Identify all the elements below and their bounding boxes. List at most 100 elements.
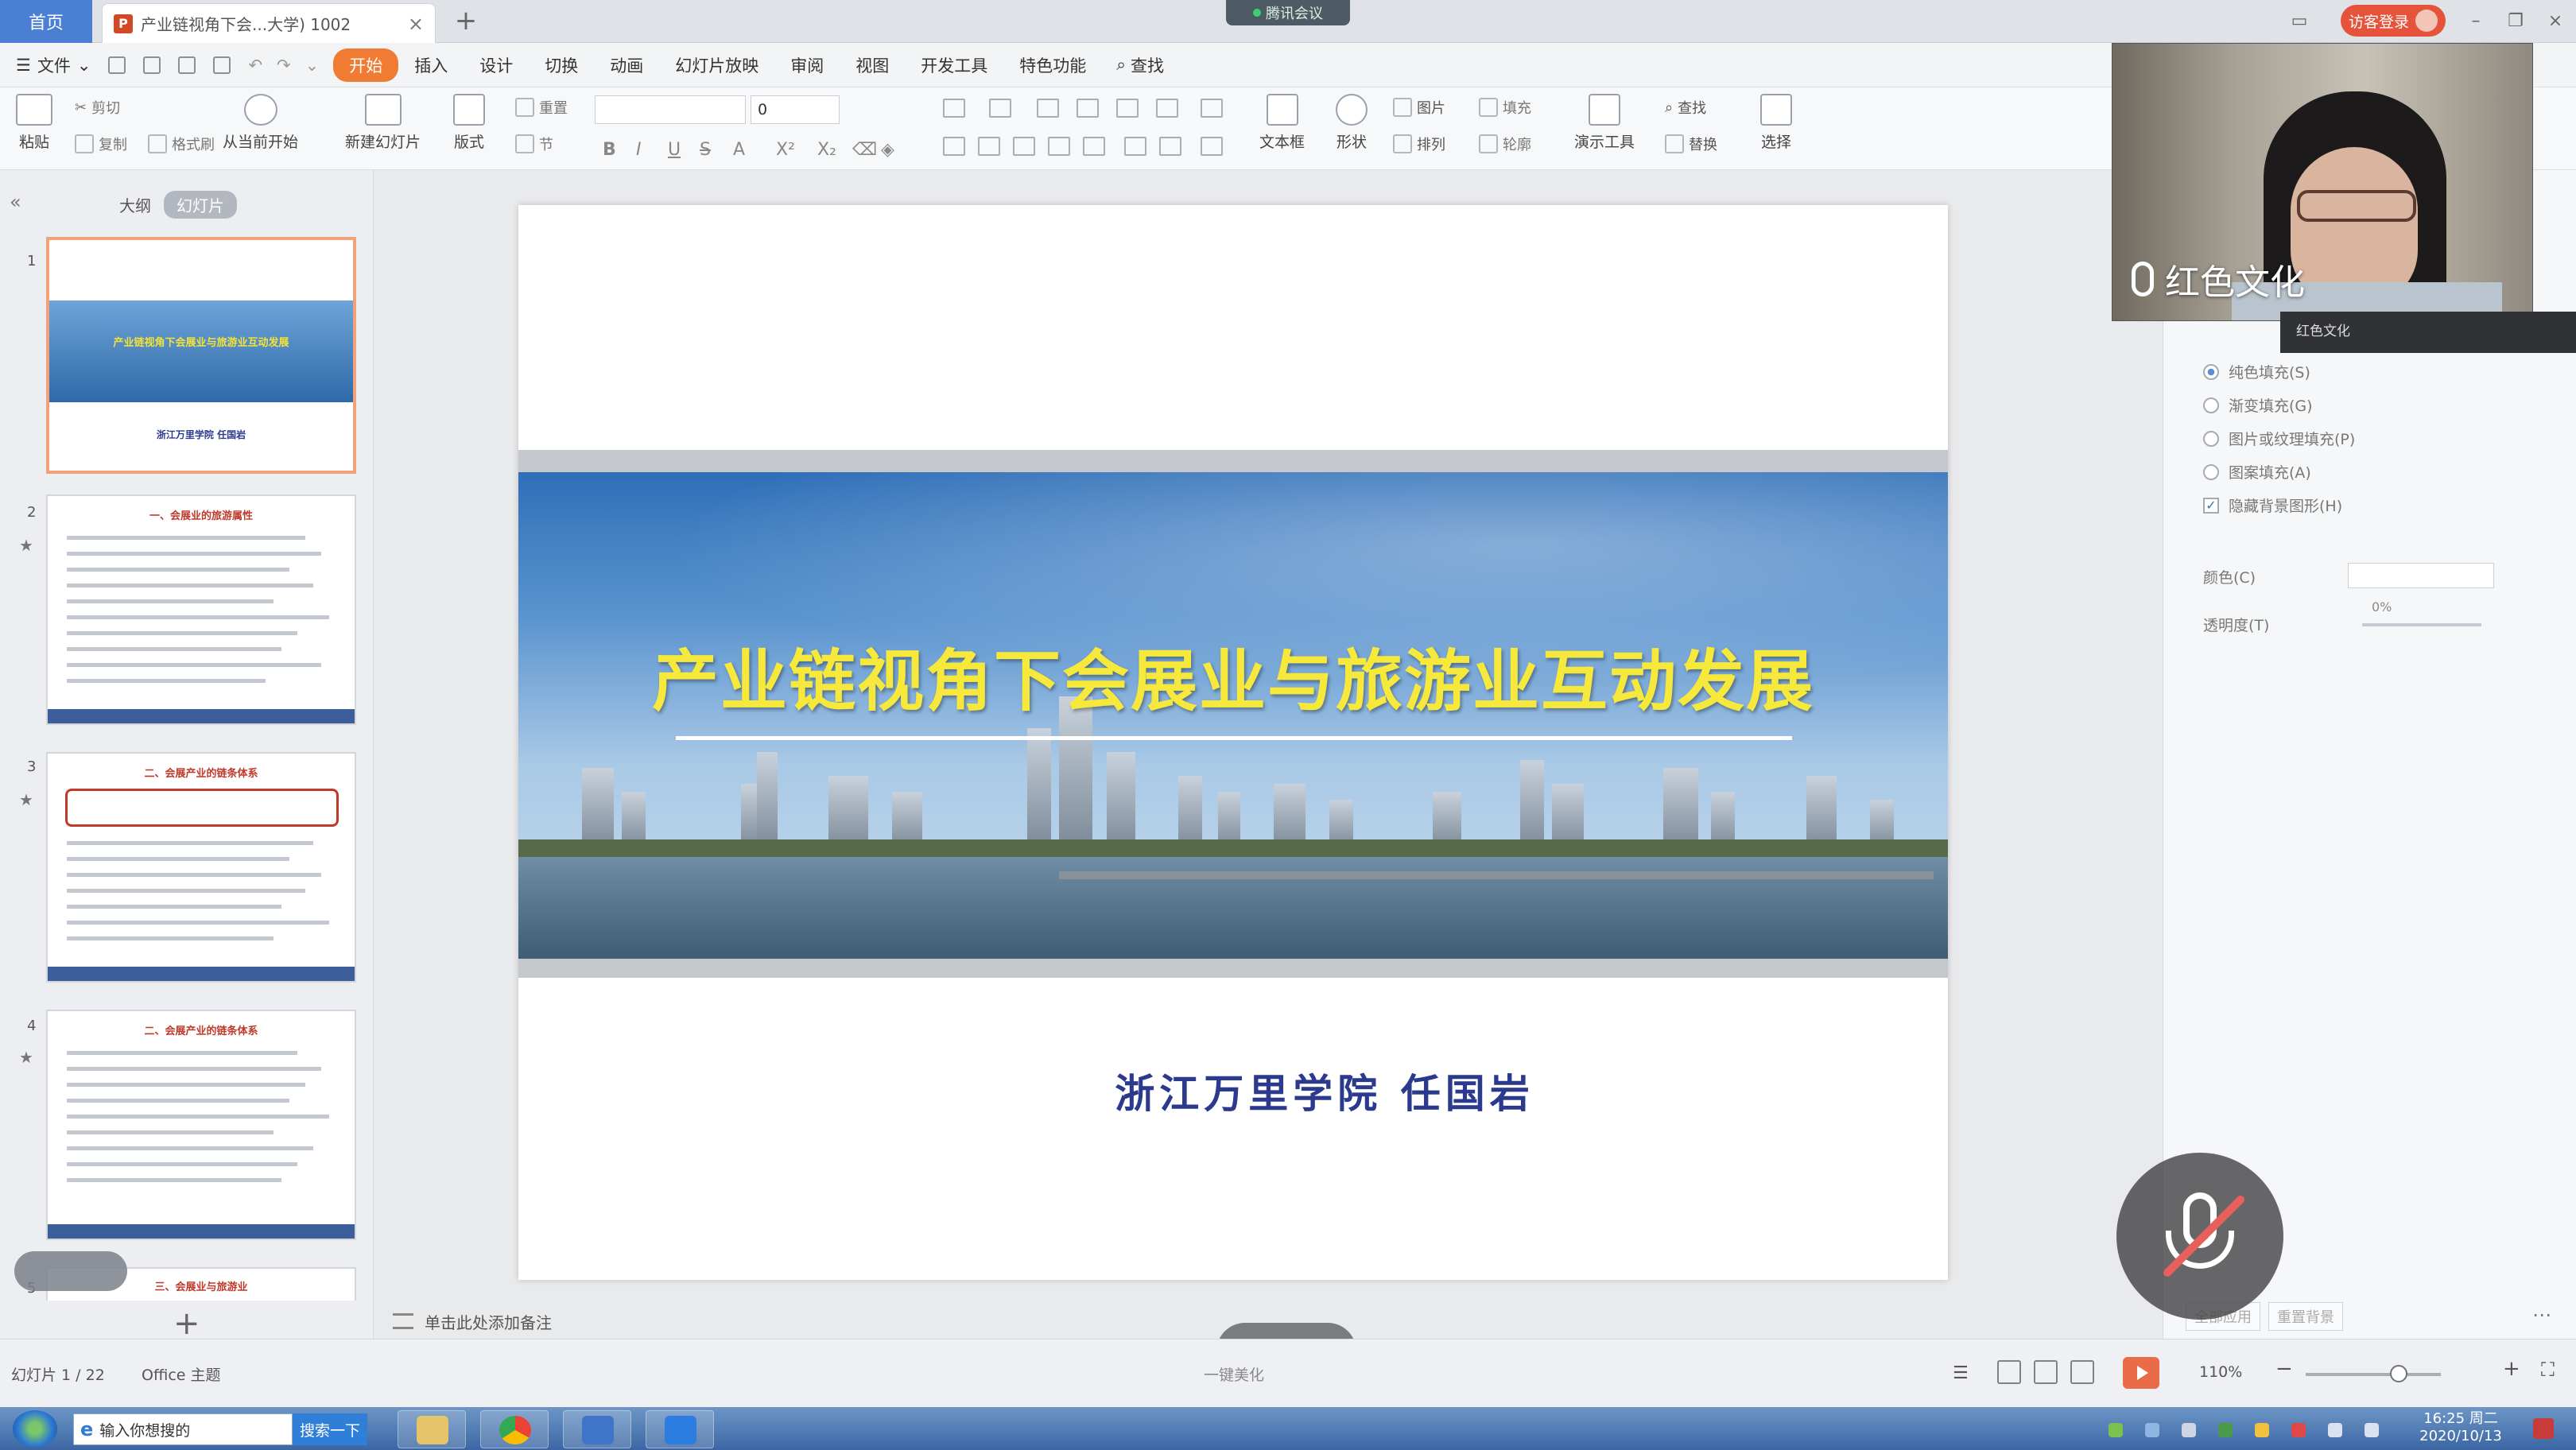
participant-video[interactable]: 红色文化 bbox=[2112, 43, 2533, 321]
cut-button[interactable]: ✂ 剪切 bbox=[75, 97, 120, 118]
new-tab-button[interactable]: + bbox=[450, 5, 482, 37]
shape-button[interactable]: 形状 bbox=[1336, 94, 1368, 152]
superscript-icon[interactable]: X² bbox=[776, 140, 795, 160]
transparency-slider[interactable] bbox=[2362, 623, 2481, 626]
redo-icon[interactable]: ↷ bbox=[277, 56, 291, 75]
layout-button[interactable]: 版式 bbox=[453, 94, 485, 152]
taskbar-app-explorer[interactable] bbox=[398, 1410, 466, 1448]
minimize-icon[interactable]: – bbox=[2462, 6, 2490, 35]
bullets-icon[interactable] bbox=[943, 99, 965, 118]
notification-icon[interactable] bbox=[2533, 1418, 2554, 1439]
font-name-input[interactable] bbox=[595, 95, 746, 124]
textbox-button[interactable]: 文本框 bbox=[1259, 94, 1305, 152]
add-slide-icon[interactable]: + bbox=[173, 1305, 200, 1342]
columns-icon[interactable] bbox=[1156, 99, 1178, 118]
reading-view-icon[interactable] bbox=[2070, 1360, 2094, 1384]
tray-icon[interactable] bbox=[2109, 1423, 2123, 1437]
line-spacing-icon[interactable] bbox=[1201, 99, 1223, 118]
fit-window-icon[interactable]: ⛶ bbox=[2541, 1359, 2555, 1381]
normal-view-icon[interactable] bbox=[1997, 1360, 2021, 1384]
slide-sorter-icon[interactable] bbox=[2034, 1360, 2058, 1384]
tab-slideshow[interactable]: 幻灯片放映 bbox=[659, 48, 774, 82]
slide-thumbnail-4[interactable]: 二、会展产业的链条体系 bbox=[46, 1010, 356, 1240]
file-menu[interactable]: ☰ 文件 ⌄ bbox=[16, 53, 91, 77]
restore-icon[interactable]: ❐ bbox=[2501, 6, 2530, 35]
highlight-icon[interactable]: ◈ bbox=[881, 140, 894, 160]
taskbar-search-button[interactable]: 搜索一下 bbox=[293, 1413, 367, 1445]
present-tools-button[interactable]: 演示工具 bbox=[1574, 94, 1635, 152]
section-button[interactable]: 节 bbox=[515, 134, 553, 154]
zoom-in-icon[interactable]: + bbox=[2503, 1357, 2520, 1381]
slideshow-play-button[interactable] bbox=[2123, 1357, 2159, 1389]
color-dropdown[interactable] bbox=[2348, 563, 2494, 588]
tray-icon[interactable] bbox=[2145, 1423, 2159, 1437]
format-painter-button[interactable]: 格式刷 bbox=[148, 134, 215, 154]
collapse-panel-icon[interactable]: « bbox=[10, 191, 21, 213]
solid-fill-option[interactable]: 纯色填充(S) bbox=[2203, 361, 2310, 382]
tab-review[interactable]: 审阅 bbox=[774, 48, 840, 82]
find-button[interactable]: ⌕ 查找 bbox=[1665, 97, 1706, 118]
slide-thumbnail-1[interactable]: 产业链视角下会展业与旅游业互动发展 浙江万里学院 任国岩 bbox=[46, 237, 356, 474]
beautify-button[interactable]: 一键美化 bbox=[1204, 1363, 1264, 1385]
more-icon[interactable]: ⋯ bbox=[2532, 1304, 2551, 1326]
tray-icon[interactable] bbox=[2255, 1423, 2269, 1437]
customize-icon[interactable]: ⌄ bbox=[305, 56, 320, 75]
undo-icon[interactable]: ↶ bbox=[248, 56, 262, 75]
reset-background-button[interactable]: 重置背景 bbox=[2268, 1302, 2343, 1331]
tab-transitions[interactable]: 切换 bbox=[529, 48, 594, 82]
network-icon[interactable] bbox=[2328, 1423, 2342, 1437]
tab-outline[interactable]: 大纲 bbox=[119, 193, 151, 216]
taskbar-app-wps[interactable] bbox=[563, 1410, 631, 1448]
subscript-icon[interactable]: X₂ bbox=[817, 140, 836, 160]
numbering-icon[interactable] bbox=[989, 99, 1011, 118]
smartart-icon[interactable] bbox=[1201, 137, 1223, 156]
paste-button[interactable]: 粘贴 bbox=[16, 94, 52, 152]
tab-insert[interactable]: 插入 bbox=[398, 48, 464, 82]
distribute-icon[interactable] bbox=[1083, 137, 1105, 156]
mute-microphone-button[interactable] bbox=[2116, 1153, 2283, 1320]
underline-icon[interactable]: U bbox=[668, 140, 681, 160]
align-center-icon[interactable] bbox=[978, 137, 1000, 156]
picture-button[interactable]: 图片 bbox=[1393, 97, 1445, 118]
new-slide-button[interactable]: 新建幻灯片 bbox=[345, 94, 421, 152]
menu-search[interactable]: ⌕ 查找 bbox=[1116, 53, 1164, 77]
taskbar-search-input[interactable]: e 输入你想搜的 bbox=[73, 1413, 293, 1445]
hide-background-checkbox[interactable]: ✓ 隐藏背景图形(H) bbox=[2203, 494, 2342, 516]
decrease-indent-icon[interactable] bbox=[1037, 99, 1059, 118]
justify-icon[interactable] bbox=[1048, 137, 1070, 156]
start-button-icon[interactable] bbox=[13, 1410, 57, 1447]
document-tab[interactable]: P 产业链视角下会...大学) 1002 × bbox=[102, 3, 436, 43]
align-right-icon[interactable] bbox=[1013, 137, 1035, 156]
pattern-fill-option[interactable]: 图案填充(A) bbox=[2203, 461, 2311, 483]
replace-button[interactable]: 替换 bbox=[1665, 134, 1717, 154]
print-icon[interactable] bbox=[178, 56, 196, 74]
meeting-indicator[interactable]: 腾讯会议 bbox=[1226, 0, 1350, 25]
preview-icon[interactable] bbox=[213, 56, 231, 74]
tray-icon[interactable] bbox=[2182, 1423, 2196, 1437]
tab-view[interactable]: 视图 bbox=[840, 48, 905, 82]
taskbar-app-meeting[interactable] bbox=[646, 1410, 714, 1448]
align-left-icon[interactable] bbox=[943, 137, 965, 156]
font-color-icon[interactable]: A bbox=[733, 140, 745, 160]
taskbar-app-chrome[interactable] bbox=[480, 1410, 549, 1448]
tab-animations[interactable]: 动画 bbox=[594, 48, 659, 82]
zoom-slider-knob[interactable] bbox=[2390, 1365, 2407, 1382]
tab-special-features[interactable]: 特色功能 bbox=[1003, 48, 1102, 82]
guest-login-button[interactable]: 访客登录 bbox=[2341, 5, 2446, 37]
tab-design[interactable]: 设计 bbox=[464, 48, 529, 82]
slide-thumbnail-2[interactable]: 一、会展业的旅游属性 bbox=[46, 494, 356, 725]
slide-canvas[interactable]: 产业链视角下会展业与旅游业互动发展 浙江万里学院 任国岩 bbox=[518, 205, 1948, 1280]
play-from-current-button[interactable]: 从当前开始 bbox=[223, 94, 298, 152]
text-direction-icon[interactable] bbox=[1124, 137, 1146, 156]
select-button[interactable]: 选择 bbox=[1760, 94, 1792, 152]
close-window-icon[interactable]: × bbox=[2541, 6, 2570, 35]
sort-icon[interactable] bbox=[1116, 99, 1139, 118]
bold-icon[interactable]: B bbox=[603, 140, 616, 160]
picture-fill-option[interactable]: 图片或纹理填充(P) bbox=[2203, 428, 2355, 449]
taskbar-clock[interactable]: 16:25 周二 2020/10/13 bbox=[2401, 1410, 2520, 1445]
home-tab[interactable]: 首页 bbox=[0, 0, 92, 43]
volume-icon[interactable] bbox=[2365, 1423, 2379, 1437]
tab-home[interactable]: 开始 bbox=[333, 48, 399, 82]
tab-slides[interactable]: 幻灯片 bbox=[164, 191, 237, 219]
arrange-button[interactable]: 排列 bbox=[1393, 134, 1445, 154]
